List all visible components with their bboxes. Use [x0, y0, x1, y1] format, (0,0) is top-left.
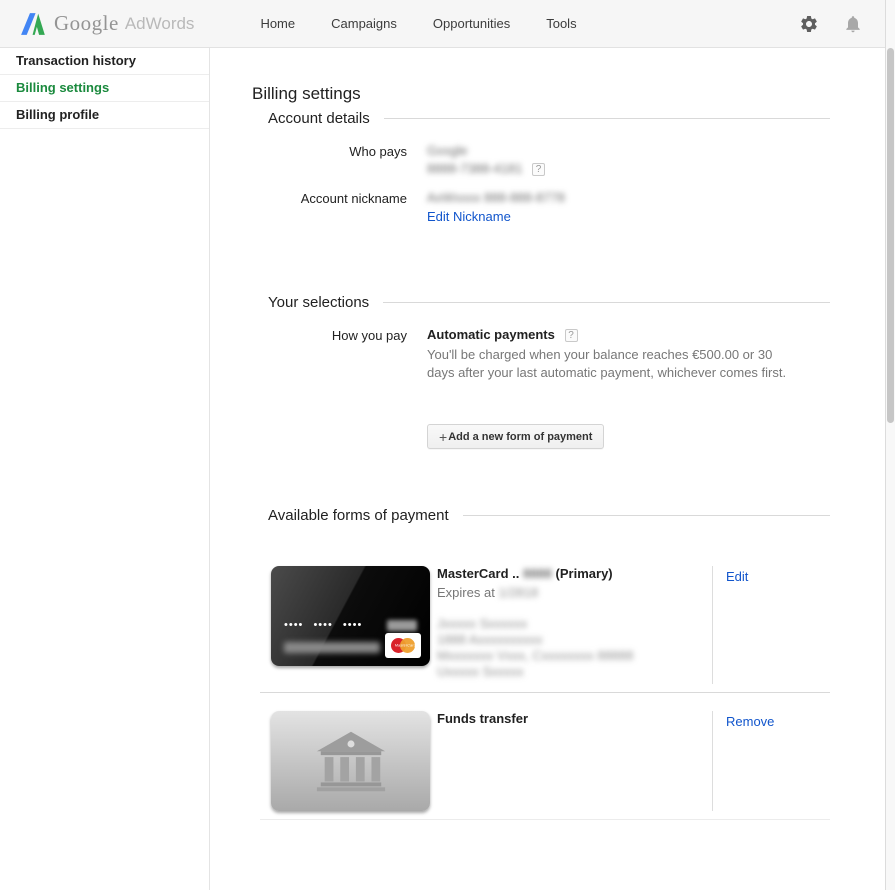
- available-payments-heading: Available forms of payment: [268, 507, 449, 524]
- adwords-logo[interactable]: Google AdWords: [20, 11, 194, 37]
- page-title: Billing settings: [252, 84, 361, 103]
- automatic-payments-description-line1: You'll be charged when your balance reac…: [427, 347, 773, 362]
- nav-item-campaigns[interactable]: Campaigns: [331, 16, 397, 31]
- your-selections-heading: Your selections: [268, 294, 370, 311]
- who-pays-account-id-redacted: 8888-7388-4181: [427, 161, 523, 176]
- section-divider: [383, 302, 830, 303]
- bank-icon: [316, 731, 385, 792]
- mastercard-title-prefix: MasterCard ..: [437, 566, 520, 581]
- how-you-pay-row: How you pay Automatic payments ? You'll …: [252, 327, 830, 382]
- funds-transfer-payment-row: Funds transfer Remove: [252, 693, 830, 819]
- how-you-pay-label: How you pay: [331, 328, 407, 343]
- sidebar-item-billing-settings[interactable]: Billing settings: [0, 75, 209, 102]
- logo-google-text: Google: [54, 11, 119, 35]
- logo-adwords-text: AdWords: [124, 13, 195, 33]
- nav-item-home[interactable]: Home: [260, 16, 295, 31]
- account-details-heading: Account details: [268, 110, 370, 127]
- mastercard-logo-icon: MasterCard: [385, 633, 421, 658]
- add-payment-button[interactable]: + Add a new form of payment: [427, 424, 605, 449]
- section-divider: [462, 515, 830, 516]
- nav-item-tools[interactable]: Tools: [546, 16, 576, 31]
- who-pays-label: Who pays: [349, 144, 407, 159]
- edit-nickname-link[interactable]: Edit Nickname: [427, 209, 511, 224]
- account-nickname-row: Account nickname AxWxxxx 888-888-8778 Ed…: [252, 190, 830, 224]
- main-nav: Home Campaigns Opportunities Tools: [260, 16, 576, 31]
- nav-item-opportunities[interactable]: Opportunities: [433, 16, 510, 31]
- address-line-redacted: Uxxxxx Sxxxxx: [437, 664, 524, 679]
- adwords-a-icon: [21, 12, 45, 35]
- row-divider: [260, 819, 830, 820]
- mastercard-primary-flag: (Primary): [555, 566, 613, 581]
- billing-settings-main: Billing settings Account details Who pay…: [210, 48, 895, 890]
- edit-payment-link[interactable]: Edit: [726, 569, 748, 584]
- vertical-scrollbar[interactable]: [885, 0, 895, 890]
- account-nickname-label: Account nickname: [300, 191, 407, 206]
- help-icon[interactable]: ?: [532, 163, 546, 176]
- scrollbar-thumb[interactable]: [887, 48, 894, 423]
- address-line-redacted: 1888 Axxxxxxxxxx: [437, 632, 543, 647]
- sidebar-item-billing-profile[interactable]: Billing profile: [0, 102, 209, 129]
- billing-address-block: Jxxxxx Sxxxxxx 1888 Axxxxxxxxxx Mxxxxxxx…: [437, 616, 712, 680]
- address-line-redacted: Mxxxxxxx Vxxx, Cxxxxxxxx 88888: [437, 648, 634, 663]
- top-navbar: Google AdWords Home Campaigns Opportunit…: [0, 0, 895, 48]
- billing-sidebar: Transaction history Billing settings Bil…: [0, 48, 210, 890]
- address-line-redacted: Jxxxxx Sxxxxxx: [437, 616, 528, 631]
- bell-icon[interactable]: [843, 14, 863, 34]
- mastercard-payment-row: •••• •••• •••• MasterCard MasterCard .. …: [252, 566, 830, 692]
- who-pays-payer-redacted: Gxxgle: [427, 143, 468, 158]
- plus-icon: +: [439, 428, 448, 445]
- remove-payment-link[interactable]: Remove: [726, 714, 774, 729]
- cardholder-name-redacted: [284, 642, 380, 653]
- add-payment-button-label: Add a new form of payment: [448, 430, 593, 443]
- your-selections-header: Your selections: [268, 294, 830, 311]
- available-payments-header: Available forms of payment: [268, 507, 830, 524]
- credit-card-image: •••• •••• •••• MasterCard: [271, 566, 430, 666]
- mastercard-last4-redacted: 8888: [523, 566, 552, 581]
- expires-date-redacted: 1/2818: [498, 585, 539, 600]
- expires-label: Expires at: [437, 585, 495, 600]
- automatic-payments-title: Automatic payments: [427, 327, 555, 342]
- account-details-header: Account details: [268, 110, 830, 127]
- who-pays-row: Who pays Gxxgle 8888-7388-4181 ?: [252, 143, 830, 176]
- gear-icon[interactable]: [799, 14, 819, 34]
- section-divider: [383, 118, 830, 119]
- card-number-dots: •••• •••• ••••: [284, 619, 363, 631]
- automatic-payments-description-line2: days after your last automatic payment, …: [427, 365, 787, 380]
- account-nickname-value-redacted: AxWxxxx 888-888-8778: [427, 190, 566, 205]
- card-last4-redacted: [387, 619, 417, 631]
- funds-transfer-title: Funds transfer: [437, 711, 529, 726]
- help-icon[interactable]: ?: [564, 329, 578, 342]
- sidebar-item-transaction-history[interactable]: Transaction history: [0, 48, 209, 75]
- funds-transfer-image: [271, 711, 430, 811]
